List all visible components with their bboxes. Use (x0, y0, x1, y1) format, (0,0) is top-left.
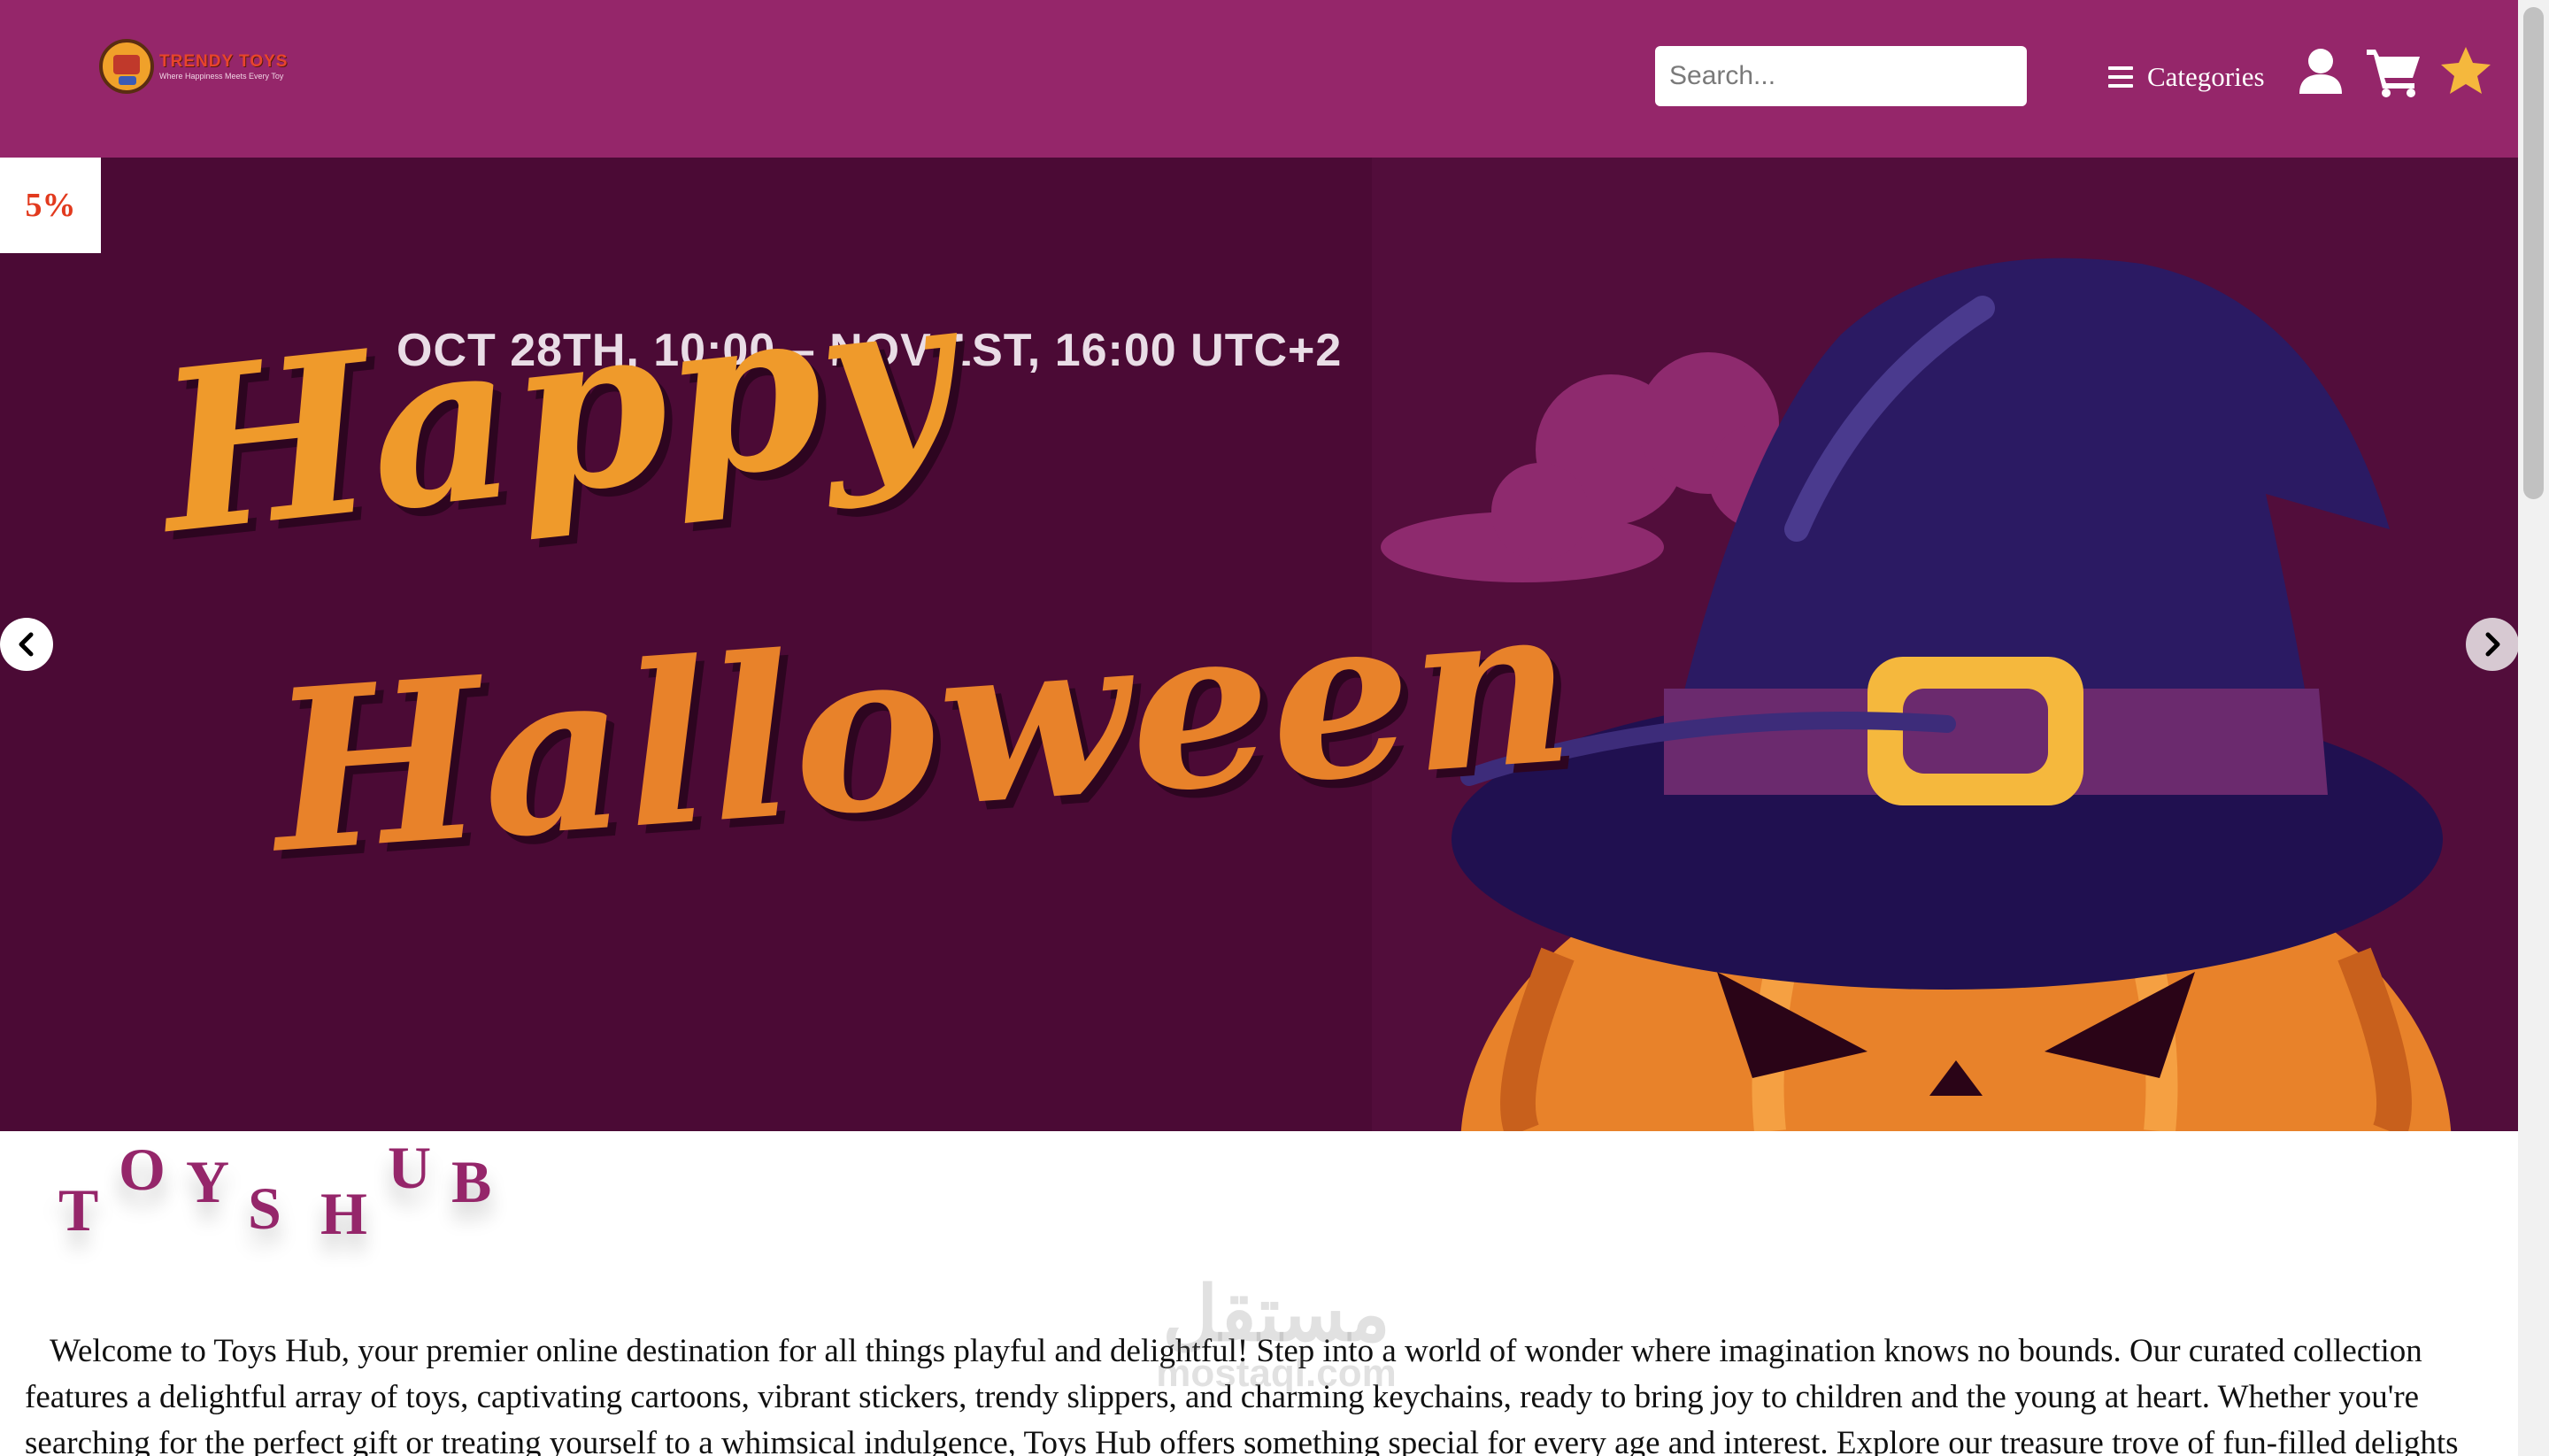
search-input[interactable] (1655, 46, 2027, 106)
brand-letter: Y (186, 1148, 230, 1215)
star-icon[interactable] (2439, 44, 2492, 97)
cart-icon[interactable] (2365, 44, 2423, 97)
hero-banner: OCT 28TH, 10:00 – NOV 1ST, 16:00 UTC+2 H… (0, 158, 2518, 1131)
scrollbar-thumb[interactable] (2523, 7, 2544, 499)
chevron-left-icon (19, 632, 34, 657)
logo-tagline: Where Happiness Meets Every Toy (159, 71, 284, 81)
brand-heading: T O Y S H U B (58, 1134, 519, 1250)
hamburger-icon (2108, 66, 2133, 88)
page: TRENDY TOYS Where Happiness Meets Every … (0, 0, 2518, 1456)
brand-letter: S (248, 1175, 281, 1242)
discount-badge[interactable]: 5% (0, 158, 101, 253)
brand-letter: T (58, 1176, 99, 1244)
page-scrollbar[interactable] (2518, 0, 2549, 1456)
categories-menu-button[interactable]: Categories (2108, 55, 2265, 99)
categories-label: Categories (2147, 61, 2265, 92)
logo-name: TRENDY TOYS (159, 51, 289, 71)
intro-paragraph: Welcome to Toys Hub, your premier online… (25, 1333, 2459, 1456)
brand-letter: H (320, 1180, 367, 1247)
brand-letter: O (119, 1136, 166, 1203)
user-icon[interactable] (2294, 44, 2347, 97)
carousel-prev-button[interactable] (0, 618, 53, 671)
site-logo[interactable]: TRENDY TOYS Where Happiness Meets Every … (99, 37, 320, 96)
top-navbar: TRENDY TOYS Where Happiness Meets Every … (0, 0, 2518, 158)
logo-text: TRENDY TOYS Where Happiness Meets Every … (159, 52, 288, 81)
brand-letter: U (388, 1134, 432, 1201)
carousel-next-button[interactable] (2466, 618, 2518, 671)
chevron-right-icon (2485, 632, 2500, 657)
brand-letter: B (451, 1148, 492, 1215)
toy-box-logo-icon (99, 39, 154, 94)
